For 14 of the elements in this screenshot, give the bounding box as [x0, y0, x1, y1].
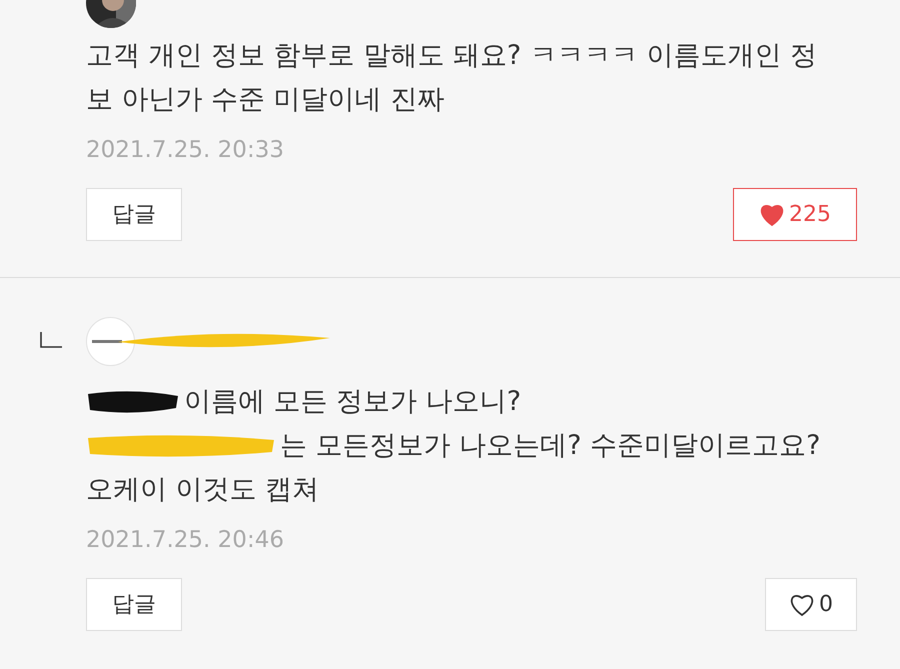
comment-text: 보 아닌가 수준 미달이네 진짜 [86, 82, 444, 117]
comment-text: 오케이 이것도 캡쳐 [86, 472, 320, 507]
comment-text: 고객 개인 정보 함부로 말해도 돼요? ㅋㅋㅋㅋ 이름도개인 정 [86, 38, 817, 73]
avatar-logo [86, 316, 135, 366]
comment-text: 이름에 모든 정보가 나오니? [184, 384, 522, 419]
like-button[interactable]: 225 [733, 188, 857, 241]
heart-icon [789, 592, 815, 616]
comment-date: 2021.7.25. 20:46 [86, 526, 284, 554]
like-button[interactable]: 0 [765, 578, 857, 631]
comment-date: 2021.7.25. 20:33 [86, 136, 284, 164]
reply-button[interactable]: 답글 [86, 188, 182, 241]
reply-button[interactable]: 답글 [86, 578, 182, 631]
heart-icon [759, 202, 785, 226]
comment-text: 는 모든정보가 나오는데? 수준미달이르고요? [280, 428, 820, 463]
